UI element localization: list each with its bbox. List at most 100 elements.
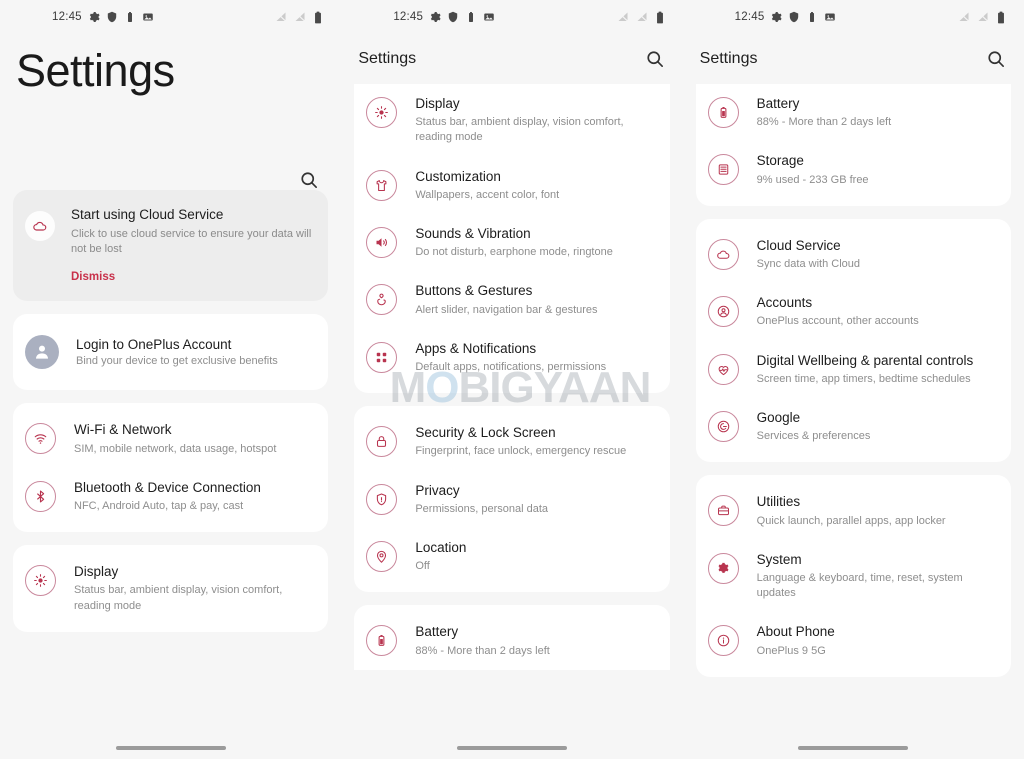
settings-group[interactable]: Display Status bar, ambient display, vis…: [354, 84, 670, 394]
dismiss-button[interactable]: Dismiss: [71, 271, 115, 283]
settings-row-buttons-gestures[interactable]: Buttons & Gestures Alert slider, navigat…: [354, 271, 669, 328]
row-subtitle: Screen time, app timers, bedtime schedul…: [756, 372, 971, 385]
privacy-icon: [366, 483, 398, 515]
signal-off-icon: [617, 11, 629, 23]
row-subtitle: 88% - More than 2 days left: [756, 116, 892, 129]
row-title: Display: [74, 564, 119, 580]
row-title: Apps & Notifications: [415, 340, 537, 356]
row-title: Digital Wellbeing & parental controls: [756, 352, 974, 368]
cloud-service-promo-card[interactable]: Start using Cloud Service Click to use c…: [13, 189, 329, 302]
system-icon: [707, 552, 739, 584]
row-title: Privacy: [415, 482, 460, 498]
settings-row-location[interactable]: Location Off: [354, 528, 669, 585]
settings-list-2[interactable]: Display Status bar, ambient display, vis…: [341, 84, 682, 737]
settings-list-1[interactable]: Start using Cloud Service Click to use c…: [0, 189, 341, 738]
settings-row-wifi-network[interactable]: Wi-Fi & Network SIM, mobile network, dat…: [13, 410, 328, 467]
settings-group[interactable]: Utilities Quick launch, parallel apps, a…: [695, 475, 1011, 677]
screenshot-triptych: 12:45 Settings Start using Cloud Service…: [0, 0, 1024, 759]
settings-row-display[interactable]: Display Status bar, ambient display, vis…: [354, 84, 669, 157]
row-subtitle: Alert slider, navigation bar & gestures: [415, 303, 598, 316]
row-subtitle: SIM, mobile network, data usage, hotspot: [74, 442, 277, 455]
battery-saver-icon: [124, 11, 136, 23]
row-title: About Phone: [756, 624, 835, 640]
screenshot-icon: [142, 11, 154, 23]
search-icon[interactable]: [299, 170, 319, 190]
settings-row-storage[interactable]: Storage 9% used - 233 GB free: [696, 141, 1011, 198]
settings-row-bluetooth-device-connection[interactable]: Bluetooth & Device Connection NFC, Andro…: [13, 468, 328, 525]
settings-group[interactable]: Security & Lock Screen Fingerprint, face…: [354, 406, 670, 593]
settings-row-about-phone[interactable]: About Phone OnePlus 9 5G: [696, 612, 1011, 669]
settings-row-digital-wellbeing[interactable]: Digital Wellbeing & parental controls Sc…: [696, 341, 1011, 398]
display-icon: [25, 565, 56, 597]
row-title: Battery: [756, 96, 800, 111]
status-bar-left-cluster: 12:45: [735, 11, 837, 23]
signal-off-icon: [275, 11, 287, 23]
settings-group[interactable]: Wi-Fi & Network SIM, mobile network, dat…: [13, 403, 329, 533]
battery-icon: [996, 11, 1006, 24]
storage-icon: [707, 154, 739, 186]
phone-screen-3: 12:45 Settings Battery 88% - More than 2…: [682, 0, 1024, 759]
utilities-icon: [707, 495, 739, 527]
row-title: Cloud Service: [756, 237, 841, 253]
display-icon: [366, 97, 398, 128]
row-subtitle: Wallpapers, accent color, font: [415, 188, 560, 201]
settings-row-sounds-vibration[interactable]: Sounds & Vibration Do not disturb, earph…: [354, 214, 669, 271]
gesture-nav-bar-3[interactable]: [683, 737, 1024, 759]
row-title: Sounds & Vibration: [415, 225, 531, 241]
status-clock: 12:45: [734, 11, 765, 23]
location-icon: [366, 540, 398, 572]
wellbeing-icon: [707, 353, 739, 385]
login-title: Login to OnePlus Account: [76, 337, 232, 353]
row-subtitle: Default apps, notifications, permissions: [415, 360, 607, 373]
row-title: Display: [415, 96, 460, 111]
status-bar-3: 12:45: [683, 0, 1024, 34]
search-icon[interactable]: [986, 49, 1006, 69]
gesture-nav-bar-2[interactable]: [341, 737, 682, 759]
accounts-icon: [707, 296, 739, 328]
settings-row-battery[interactable]: Battery 88% - More than 2 days left: [696, 84, 1011, 141]
page-title: Settings: [358, 50, 417, 67]
customization-icon: [366, 169, 398, 201]
status-bar-right-cluster: [958, 11, 1010, 24]
settings-row-accounts[interactable]: Accounts OnePlus account, other accounts: [696, 283, 1011, 340]
settings-row-utilities[interactable]: Utilities Quick launch, parallel apps, a…: [696, 482, 1011, 539]
settings-group[interactable]: Battery 88% - More than 2 days left Stor…: [695, 84, 1011, 206]
row-subtitle: Permissions, personal data: [415, 502, 549, 515]
settings-list-3[interactable]: Battery 88% - More than 2 days left Stor…: [683, 84, 1024, 737]
settings-row-battery[interactable]: Battery 88% - More than 2 days left: [354, 612, 669, 669]
wifi-icon: [25, 423, 56, 455]
row-subtitle: OnePlus account, other accounts: [756, 315, 919, 328]
gear-icon: [770, 11, 783, 23]
shield-icon: [106, 11, 118, 23]
settings-row-customization[interactable]: Customization Wallpapers, accent color, …: [354, 157, 669, 214]
settings-row-privacy[interactable]: Privacy Permissions, personal data: [354, 471, 669, 528]
status-clock: 12:45: [393, 11, 424, 23]
settings-group[interactable]: Display Status bar, ambient display, vis…: [13, 545, 329, 632]
login-card[interactable]: Login to OnePlus Account Bind your devic…: [13, 314, 329, 391]
row-title: Location: [415, 539, 467, 555]
settings-row-display[interactable]: Display Status bar, ambient display, vis…: [13, 552, 328, 625]
settings-row-system[interactable]: System Language & keyboard, time, reset,…: [696, 540, 1011, 613]
row-title: Storage: [756, 153, 804, 169]
row-title: Utilities: [756, 494, 801, 510]
screenshot-icon: [824, 11, 836, 23]
gear-icon: [88, 11, 100, 23]
settings-row-google[interactable]: Google Services & preferences: [696, 398, 1011, 455]
search-icon[interactable]: [645, 49, 665, 69]
row-subtitle: Quick launch, parallel apps, app locker: [756, 514, 946, 527]
bluetooth-icon: [25, 480, 56, 512]
settings-row-apps-notifications[interactable]: Apps & Notifications Default apps, notif…: [354, 329, 669, 386]
top-app-bar-3: Settings: [683, 34, 1024, 84]
search-button-1[interactable]: [0, 170, 341, 190]
page-title: Settings: [16, 45, 175, 96]
settings-row-cloud-service[interactable]: Cloud Service Sync data with Cloud: [696, 226, 1011, 283]
gesture-nav-bar-1[interactable]: [0, 737, 341, 759]
page-title: Settings: [699, 50, 758, 67]
settings-group[interactable]: Battery 88% - More than 2 days left: [354, 605, 670, 670]
cloud-icon: [707, 238, 739, 270]
login-row[interactable]: Login to OnePlus Account Bind your devic…: [13, 321, 328, 383]
top-app-bar-2: Settings: [341, 34, 682, 84]
signal-off-icon: [958, 11, 970, 23]
settings-row-security-lock-screen[interactable]: Security & Lock Screen Fingerprint, face…: [354, 413, 669, 470]
settings-group[interactable]: Cloud Service Sync data with Cloud Accou…: [695, 218, 1011, 463]
